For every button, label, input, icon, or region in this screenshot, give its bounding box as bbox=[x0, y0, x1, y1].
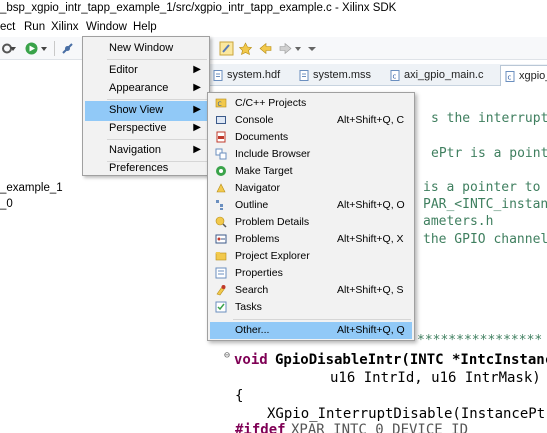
view-item-include-browser[interactable]: Include Browser bbox=[210, 146, 412, 163]
navigator-icon bbox=[216, 183, 226, 193]
svg-text:c: c bbox=[508, 74, 512, 82]
file-icon bbox=[299, 70, 309, 81]
tab-system-hdf[interactable]: system.hdf bbox=[209, 65, 289, 86]
view-item-tasks[interactable]: Tasks bbox=[210, 299, 412, 316]
submenu-arrow-icon: ▶ bbox=[193, 64, 201, 75]
menu-window[interactable]: Window bbox=[86, 21, 127, 33]
tab-label: system.mss bbox=[313, 69, 372, 81]
show-view-submenu: C C/C++ Projects Console Alt+Shift+Q, C D… bbox=[207, 92, 415, 341]
code-line: PAR_<INTC_instanc bbox=[423, 197, 547, 212]
tree-item[interactable]: _example_1 bbox=[0, 182, 63, 194]
code-line: ePtr is a pointer bbox=[431, 146, 547, 161]
documents-icon bbox=[216, 131, 226, 143]
forward-icon[interactable] bbox=[278, 41, 293, 56]
code-line: the GPIO channel bbox=[423, 232, 547, 247]
problems-icon bbox=[215, 234, 227, 244]
view-item-other[interactable]: Other... Alt+Shift+Q, Q bbox=[210, 322, 412, 339]
tree-item[interactable]: _0 bbox=[0, 198, 13, 210]
view-item-problem-details[interactable]: Problem Details bbox=[210, 214, 412, 231]
dropdown-arrow-icon[interactable] bbox=[307, 41, 317, 56]
dropdown-arrow-icon[interactable] bbox=[294, 41, 302, 56]
menu-run[interactable]: Run bbox=[24, 21, 45, 33]
back-icon[interactable] bbox=[258, 41, 273, 56]
code-line: s the interrupts bbox=[431, 111, 547, 126]
menu-xilinx[interactable]: Xilinx bbox=[51, 21, 78, 33]
menu-separator bbox=[107, 99, 207, 100]
file-icon bbox=[213, 70, 223, 81]
annotation-icon[interactable] bbox=[238, 41, 253, 56]
view-item-properties[interactable]: Properties bbox=[210, 265, 412, 282]
code-line: **************** bbox=[417, 333, 543, 348]
view-item-cpp-projects[interactable]: C C/C++ Projects bbox=[210, 95, 412, 112]
function-signature: GpioDisableIntr(INTC *IntcInstanceP bbox=[275, 352, 547, 368]
menu-item-new-window[interactable]: New Window bbox=[85, 39, 207, 59]
project-explorer-icon bbox=[215, 252, 227, 261]
menu-help[interactable]: Help bbox=[133, 21, 157, 33]
view-item-navigator[interactable]: Navigator bbox=[210, 180, 412, 197]
submenu-arrow-icon: ▶ bbox=[193, 122, 201, 133]
code-line: XPAR_INTC_0_DEVICE_ID bbox=[291, 422, 469, 433]
menu-separator bbox=[107, 139, 207, 140]
code-line: is a pointer to bbox=[423, 180, 541, 195]
skip-breakpoints-icon[interactable] bbox=[60, 41, 75, 56]
svg-text:c: c bbox=[393, 73, 397, 81]
make-target-icon bbox=[216, 166, 226, 176]
menu-item-show-view[interactable]: Show View ▶ bbox=[85, 101, 207, 121]
collapse-toggle-icon[interactable]: ⊖ bbox=[224, 350, 230, 361]
code-line: XGpio_InterruptDisable(InstancePtr, bbox=[267, 406, 547, 422]
view-item-documents[interactable]: Documents bbox=[210, 129, 412, 146]
code-line: ameters.h bbox=[423, 214, 494, 229]
search-icon bbox=[216, 285, 226, 296]
tab-axi-gpio-main[interactable]: c axi_gpio_main.c bbox=[386, 65, 496, 86]
console-icon bbox=[216, 116, 226, 124]
svg-text:C: C bbox=[218, 101, 222, 108]
properties-icon bbox=[215, 267, 227, 279]
window-title: _bsp_xgpio_intr_tapp_example_1/src/xgpio… bbox=[0, 2, 397, 14]
menu-separator bbox=[233, 319, 411, 320]
toolbar-separator bbox=[54, 41, 55, 56]
menu-item-preferences[interactable]: Preferences bbox=[85, 159, 207, 179]
tasks-icon bbox=[215, 301, 227, 313]
submenu-arrow-icon: ▶ bbox=[193, 144, 201, 155]
dropdown-arrow-icon[interactable] bbox=[9, 41, 17, 56]
tab-label: xgpio_i bbox=[519, 70, 547, 82]
problem-details-icon bbox=[215, 216, 227, 228]
c-file-icon: c bbox=[390, 70, 400, 81]
editor-tab-bar: system.hdf system.mss c axi_gpio_main.c … bbox=[207, 64, 547, 86]
view-item-problems[interactable]: Problems Alt+Shift+Q, X bbox=[210, 231, 412, 248]
mark-occurrences-icon[interactable] bbox=[219, 41, 234, 56]
code-line: GpioDisableIntr(INTC *IntcInstanceP bbox=[275, 352, 547, 368]
tab-system-mss[interactable]: system.mss bbox=[295, 65, 381, 86]
submenu-arrow-icon: ▶ bbox=[193, 82, 201, 93]
window-menu: New Window Editor ▶ Appearance ▶ Show View… bbox=[82, 36, 210, 176]
view-item-outline[interactable]: Outline Alt+Shift+Q, O bbox=[210, 197, 412, 214]
view-item-make-target[interactable]: Make Target bbox=[210, 163, 412, 180]
menu-item-appearance[interactable]: Appearance ▶ bbox=[85, 79, 207, 99]
include-browser-icon bbox=[215, 148, 227, 160]
window-title-bar: _bsp_xgpio_intr_tapp_example_1/src/xgpio… bbox=[0, 0, 547, 19]
tab-xgpio-intr[interactable]: c xgpio_i bbox=[500, 65, 547, 86]
run-icon[interactable] bbox=[24, 41, 39, 56]
menu-item-perspective[interactable]: Perspective ▶ bbox=[85, 119, 207, 139]
code-keyword: void bbox=[234, 352, 268, 368]
submenu-arrow-icon: ▶ bbox=[193, 104, 201, 115]
c-file-icon: c bbox=[505, 71, 515, 82]
dropdown-arrow-icon[interactable] bbox=[40, 41, 48, 56]
outline-icon bbox=[216, 200, 223, 210]
menu-separator bbox=[107, 59, 207, 60]
code-keyword: #ifdef bbox=[235, 422, 286, 433]
tab-label: axi_gpio_main.c bbox=[404, 69, 484, 81]
tab-label: system.hdf bbox=[227, 69, 281, 81]
code-line: { bbox=[235, 388, 244, 404]
cpp-projects-icon: C bbox=[215, 98, 227, 108]
code-line: u16 IntrId, u16 IntrMask) bbox=[330, 370, 541, 386]
view-item-project-explorer[interactable]: Project Explorer bbox=[210, 248, 412, 265]
menu-item-navigation[interactable]: Navigation ▶ bbox=[85, 141, 207, 161]
view-item-search[interactable]: Search Alt+Shift+Q, S bbox=[210, 282, 412, 299]
menu-project[interactable]: ect bbox=[0, 21, 15, 33]
menu-bar: ect Run Xilinx Window Help bbox=[0, 19, 547, 56]
menu-item-editor[interactable]: Editor ▶ bbox=[85, 61, 207, 81]
view-item-console[interactable]: Console Alt+Shift+Q, C bbox=[210, 112, 412, 129]
